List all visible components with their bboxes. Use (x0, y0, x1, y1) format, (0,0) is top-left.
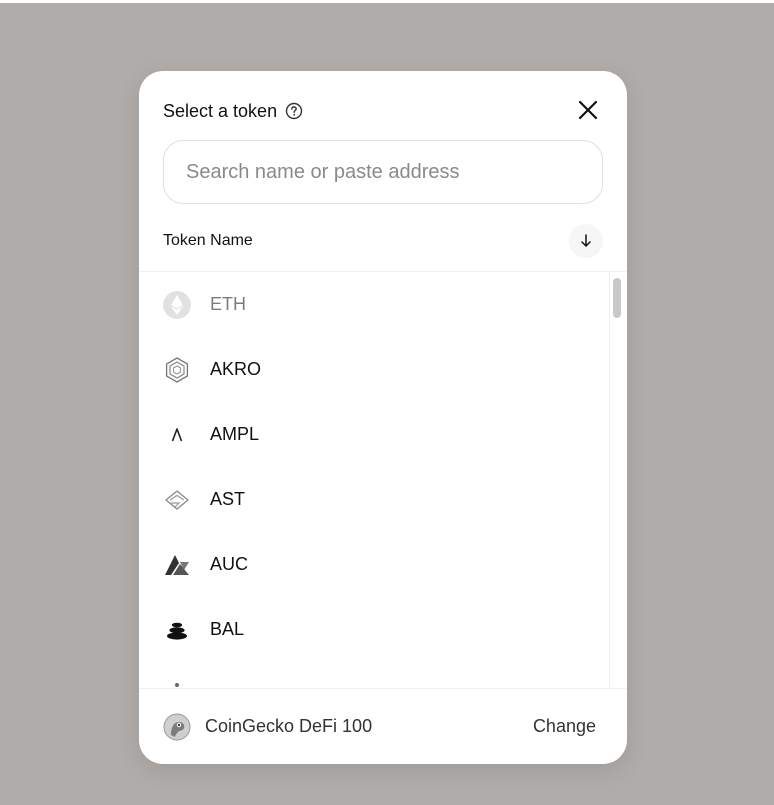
token-icon-partial (163, 681, 191, 689)
token-row-akro[interactable]: AKRO (139, 337, 609, 402)
sort-button[interactable] (569, 224, 603, 258)
akro-icon (163, 356, 191, 384)
token-name-column-label: Token Name (163, 232, 253, 249)
search-input[interactable] (184, 159, 582, 185)
bal-icon (163, 616, 191, 644)
token-symbol: AUC (210, 554, 249, 574)
change-list-button[interactable]: Change (533, 716, 596, 737)
search-box (163, 140, 603, 204)
modal-header: Select a token (163, 97, 303, 125)
token-symbol: BAL (210, 619, 245, 639)
token-symbol: ETH (210, 294, 246, 314)
arrow-down-icon (581, 234, 591, 247)
eth-icon (163, 290, 191, 319)
ampl-icon (163, 421, 191, 449)
token-list: ETH AKRO AMPL AST AUC BAL (139, 272, 609, 688)
token-row-partial[interactable] (139, 662, 609, 688)
list-header: Token Name (163, 224, 603, 258)
token-symbol: AKRO (210, 359, 262, 379)
token-row-ampl[interactable]: AMPL (139, 402, 609, 467)
active-list: CoinGecko DeFi 100 (163, 713, 372, 741)
token-select-modal: Select a token Token Name (139, 71, 627, 764)
coingecko-icon (163, 713, 191, 741)
scrollbar-thumb[interactable] (613, 278, 621, 318)
token-list-footer: CoinGecko DeFi 100 Change (139, 688, 627, 764)
close-button[interactable] (573, 95, 603, 125)
token-symbol: AST (210, 489, 246, 509)
modal-title: Select a token (163, 100, 278, 121)
token-row-auc[interactable]: AUC (139, 532, 609, 597)
top-strip (0, 0, 774, 3)
token-symbol: AMPL (210, 424, 260, 444)
close-icon (578, 100, 598, 120)
ast-icon (163, 486, 191, 514)
token-row-ast[interactable]: AST (139, 467, 609, 532)
question-circle-icon[interactable] (285, 102, 303, 120)
scrollbar[interactable] (609, 272, 623, 688)
token-row-eth[interactable]: ETH (139, 272, 609, 337)
auc-icon (163, 551, 191, 579)
token-list-name: CoinGecko DeFi 100 (205, 716, 373, 736)
token-row-bal[interactable]: BAL (139, 597, 609, 662)
